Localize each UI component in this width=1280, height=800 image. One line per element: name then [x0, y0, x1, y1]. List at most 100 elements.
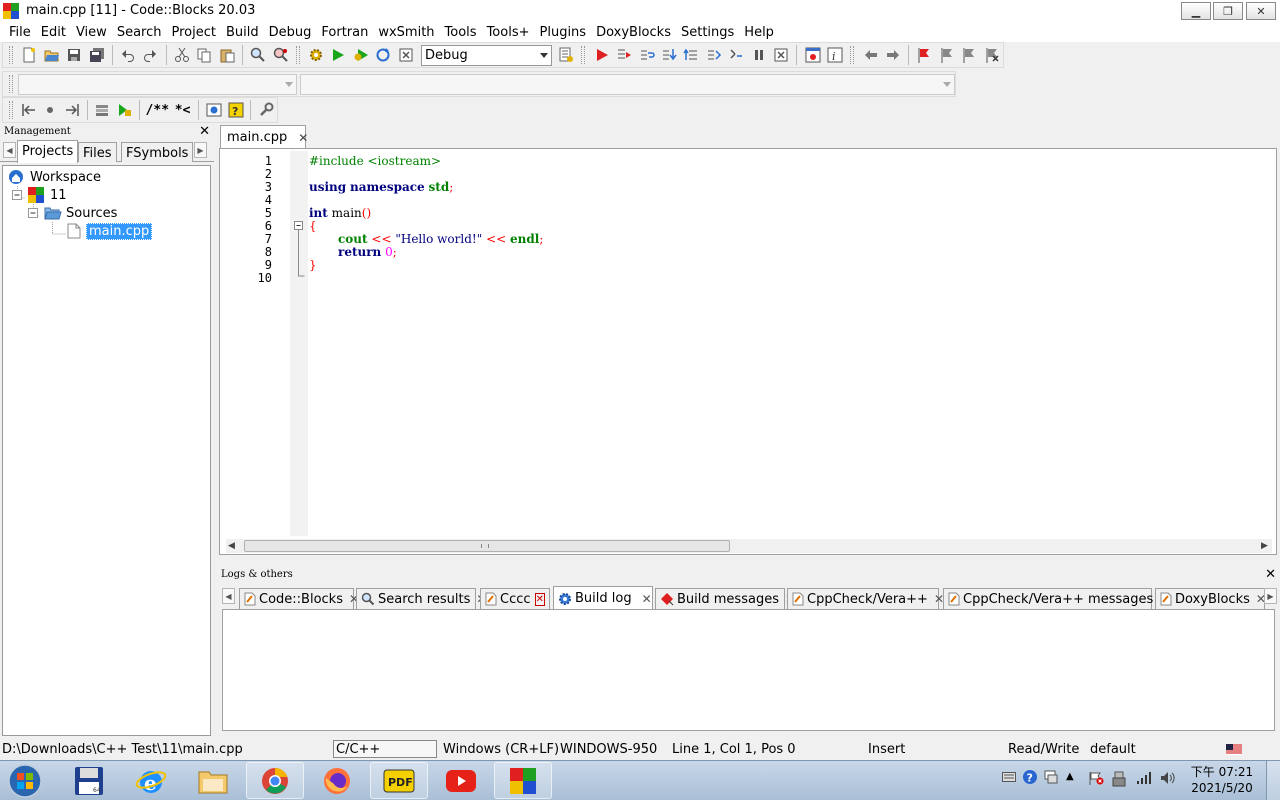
log-tab-codeblocks[interactable]: Code::Blocks ✕ [239, 588, 359, 609]
menu-help[interactable]: Help [739, 25, 779, 40]
editor-tab-main-cpp[interactable]: main.cpp ✕ [220, 125, 308, 149]
tab-close-icon[interactable]: ✕ [642, 592, 652, 606]
menu-settings[interactable]: Settings [676, 25, 739, 40]
taskbar-floppy-app[interactable]: 64 [60, 762, 118, 799]
step-out-icon[interactable] [682, 45, 701, 65]
scroll-right-arrow-icon[interactable]: ▶ [1261, 541, 1268, 551]
copy-icon[interactable] [195, 45, 214, 65]
tab-projects[interactable]: Projects [17, 140, 79, 163]
menu-project[interactable]: Project [166, 25, 220, 40]
toolbar-grip[interactable] [850, 46, 855, 64]
build-and-run-icon[interactable] [351, 45, 370, 65]
menu-edit[interactable]: Edit [36, 25, 71, 40]
tree-item-main-cpp[interactable]: main.cpp [67, 222, 153, 240]
tab-files[interactable]: Files [78, 142, 117, 162]
taskbar-file-explorer[interactable] [184, 762, 242, 799]
log-tab-cppcheck-messages[interactable]: CppCheck/Vera++ messages✕ [943, 588, 1169, 609]
logs-close-button[interactable]: ✕ [1265, 567, 1276, 582]
close-window-button[interactable]: ✕ [1246, 2, 1276, 20]
open-html-icon[interactable] [205, 100, 224, 120]
jump-forward-icon[interactable] [883, 45, 902, 65]
ime-icon[interactable] [1044, 769, 1058, 789]
tab-close-icon[interactable]: ✕ [534, 592, 545, 606]
abort-icon[interactable] [396, 45, 415, 65]
start-button[interactable] [0, 762, 50, 799]
maximize-button[interactable]: ❐ [1213, 2, 1243, 20]
step-into-instruction-icon[interactable] [727, 45, 746, 65]
toolbar-grip[interactable] [9, 75, 13, 93]
run-to-cursor-icon[interactable] [614, 45, 633, 65]
menu-search[interactable]: Search [112, 25, 167, 40]
tab-scroll-right-icon[interactable]: ▶ [194, 142, 207, 158]
clock[interactable]: 下午 07:21 2021/5/20 [1190, 764, 1254, 796]
help-icon[interactable]: ? [1022, 769, 1038, 789]
menu-file[interactable]: File [4, 25, 36, 40]
toolbar-grip[interactable] [9, 46, 13, 64]
editor-tab-close-button[interactable]: ✕ [298, 131, 308, 145]
bookmark-next-icon[interactable] [960, 45, 979, 65]
redo-icon[interactable] [141, 45, 160, 65]
scroll-left-arrow-icon[interactable]: ◀ [228, 541, 235, 551]
replace-icon[interactable] [271, 45, 290, 65]
logs-tab-scroll-left-icon[interactable]: ◀ [222, 588, 235, 604]
menu-debug[interactable]: Debug [264, 25, 317, 40]
collapse-minus-icon[interactable] [12, 189, 23, 201]
debug-start-icon[interactable] [592, 45, 611, 65]
extract-docs-icon[interactable] [115, 100, 134, 120]
no-network-flag-icon[interactable] [1088, 771, 1104, 789]
keyboard-icon[interactable] [1002, 771, 1016, 786]
paste-icon[interactable] [217, 45, 236, 65]
log-tab-search-results[interactable]: Search results✕ [356, 588, 486, 609]
toolbar-grip[interactable] [295, 46, 300, 64]
open-chm-help-icon[interactable]: ? [226, 100, 245, 120]
tab-fsymbols[interactable]: FSymbols [121, 142, 194, 162]
menu-fortran[interactable]: Fortran [316, 25, 373, 40]
new-file-icon[interactable] [19, 45, 38, 65]
build-target-select[interactable]: Debug [421, 44, 552, 66]
step-into-icon[interactable] [659, 45, 678, 65]
cut-icon[interactable] [172, 45, 191, 65]
build-gear-icon[interactable] [306, 45, 325, 65]
build-log-output[interactable] [222, 609, 1275, 731]
menu-doxyblocks[interactable]: DoxyBlocks [591, 25, 676, 40]
menu-plugins[interactable]: Plugins [535, 25, 592, 40]
tab-scroll-left-icon[interactable]: ◀ [3, 142, 16, 158]
management-close-button[interactable]: ✕ [199, 124, 210, 139]
show-desktop-button[interactable] [1266, 761, 1280, 800]
tree-item-sources[interactable]: Sources [28, 204, 117, 222]
toolbar-grip[interactable] [581, 46, 586, 64]
menu-wxsmith[interactable]: wxSmith [373, 25, 439, 40]
status-language[interactable]: C/C++ [333, 740, 437, 758]
bookmark-clear-icon[interactable] [982, 45, 1001, 65]
log-tab-build-log[interactable]: Build log ✕ [553, 586, 653, 610]
open-file-icon[interactable] [42, 45, 61, 65]
next-line-icon[interactable] [637, 45, 656, 65]
taskbar-chrome[interactable] [246, 762, 304, 799]
log-tab-cccc[interactable]: Cccc ✕ [480, 588, 550, 609]
taskbar-internet-explorer[interactable]: e [122, 762, 180, 799]
toolbar-grip[interactable] [9, 101, 13, 119]
collapse-minus-icon[interactable] [28, 207, 39, 219]
log-tab-build-messages[interactable]: Build messages✕ [655, 588, 795, 609]
next-instruction-icon[interactable] [704, 45, 723, 65]
taskbar-youtube[interactable] [432, 762, 490, 799]
insert-line-comment-button[interactable]: *< [172, 100, 192, 120]
menu-view[interactable]: View [71, 25, 112, 40]
show-hidden-icons-chevron-icon[interactable]: ▲ [1066, 771, 1074, 782]
function-select[interactable] [299, 73, 955, 95]
thread-search-back-icon[interactable] [19, 100, 38, 120]
volume-speaker-icon[interactable] [1160, 771, 1176, 789]
menu-tools-plus[interactable]: Tools+ [482, 25, 535, 40]
pause-icon[interactable] [749, 45, 768, 65]
taskbar-codeblocks[interactable] [494, 762, 552, 799]
tree-item-project[interactable]: 11 [12, 186, 67, 204]
taskbar-pdf-app[interactable]: PDF [370, 762, 428, 799]
code-editor[interactable]: 1 2 3 4 5 6 7 8 9 10 #include <iostream>… [219, 148, 1277, 555]
save-all-icon[interactable] [87, 45, 106, 65]
doxyblocks-config-wrench-icon[interactable] [257, 100, 276, 120]
jump-back-icon[interactable] [861, 45, 880, 65]
thread-search-dot-icon[interactable] [41, 100, 60, 120]
log-tab-cppcheck[interactable]: CppCheck/Vera++ ✕ [787, 588, 944, 609]
bookmark-previous-icon[interactable] [937, 45, 956, 65]
minimize-button[interactable]: ▁ [1181, 2, 1211, 20]
